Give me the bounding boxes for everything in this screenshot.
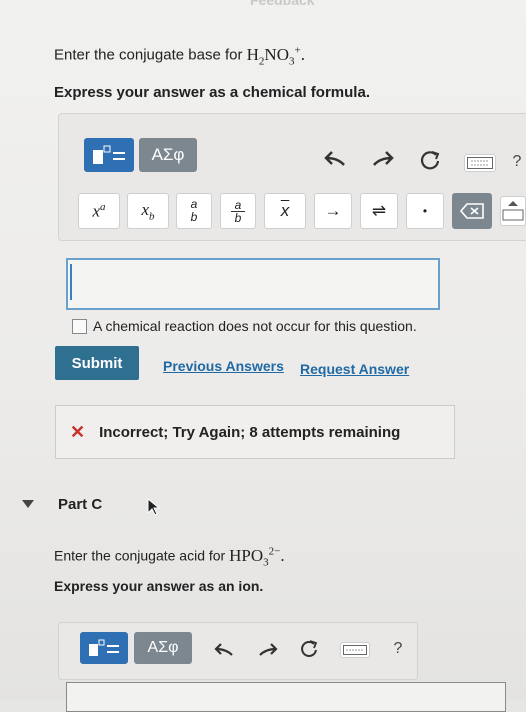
answer-input[interactable]: [66, 258, 440, 310]
request-answer-link[interactable]: Request Answer: [300, 361, 409, 377]
formula-sub: 3: [288, 55, 295, 68]
bar-button[interactable]: x: [264, 193, 306, 229]
part-b-prompt: Enter the conjugate base for H2NO3+.: [54, 44, 305, 67]
superscript-label: xa: [92, 201, 105, 222]
help-button[interactable]: ?: [508, 150, 526, 174]
redo-icon[interactable]: [256, 638, 280, 660]
templates-icon: [89, 639, 119, 656]
prompt-text: Enter the conjugate base for: [54, 46, 247, 64]
undo-icon[interactable]: [212, 638, 236, 660]
formula-sub: 3: [263, 556, 269, 569]
arrow-button[interactable]: →: [314, 193, 352, 229]
formula-period: .: [280, 545, 285, 565]
templates-button-c[interactable]: [80, 632, 128, 664]
answer-input-c[interactable]: [66, 682, 506, 712]
backspace-icon: [460, 203, 484, 219]
x-glyph: x: [141, 199, 150, 219]
sub-glyph: b: [149, 210, 155, 223]
greek-symbols-button-c[interactable]: ΑΣφ: [134, 632, 192, 664]
feedback-box: ✕ Incorrect; Try Again; 8 attempts remai…: [55, 405, 455, 459]
formula-hpo: HPO: [229, 545, 264, 565]
redo-arrow-icon: [259, 643, 278, 656]
text-caret: [70, 264, 72, 300]
redo-arrow-icon: [373, 151, 394, 166]
undo-arrow-icon: [324, 151, 345, 166]
x-glyph: x: [92, 201, 101, 221]
undo-icon[interactable]: [322, 146, 348, 170]
formula-charge: 2−: [268, 545, 281, 557]
subscript-button[interactable]: xb: [127, 193, 169, 229]
keyboard-toggle-icon: [502, 201, 524, 221]
greek-symbols-button[interactable]: ΑΣφ: [139, 138, 197, 172]
reset-circle-icon: [420, 151, 440, 170]
formula-period: .: [300, 44, 305, 64]
equilibrium-button[interactable]: ⇌: [360, 193, 398, 229]
part-c-prompt: Enter the conjugate acid for HPO32−.: [54, 545, 285, 568]
cut-header-text: Feedback: [250, 0, 315, 8]
part-b-instruction: Express your answer as a chemical formul…: [54, 84, 370, 101]
checkbox-label: A chemical reaction does not occur for t…: [93, 318, 417, 334]
subscript-label: xb: [141, 200, 154, 222]
reset-icon[interactable]: [418, 148, 442, 172]
keyboard-toggle-button[interactable]: [500, 196, 526, 226]
reset-icon[interactable]: [298, 638, 320, 660]
denominator: b: [190, 210, 198, 224]
no-reaction-checkbox[interactable]: [72, 318, 87, 334]
mouse-cursor-icon: [147, 498, 160, 516]
help-button-c[interactable]: ?: [388, 638, 408, 660]
templates-icon: [93, 145, 125, 164]
denominator: b: [234, 210, 242, 225]
formula-no: NO: [264, 44, 289, 64]
part-c-instruction: Express your answer as an ion.: [54, 578, 264, 594]
undo-arrow-icon: [214, 643, 233, 656]
fraction-button[interactable]: ab: [220, 193, 256, 229]
submit-button[interactable]: Submit: [55, 346, 139, 380]
part-c-title[interactable]: Part C: [58, 496, 102, 513]
formula: H2NO3+.: [246, 44, 305, 68]
formula: HPO32−.: [229, 545, 285, 569]
no-reaction-option[interactable]: A chemical reaction does not occur for t…: [72, 318, 417, 334]
redo-icon[interactable]: [370, 146, 396, 170]
reset-circle-icon: [301, 640, 318, 657]
templates-button[interactable]: [84, 138, 134, 172]
prompt-text: Enter the conjugate acid for: [54, 547, 230, 564]
delete-button[interactable]: [452, 193, 492, 229]
keyboard-keys-icon: [467, 157, 493, 169]
incorrect-x-icon: ✕: [70, 421, 86, 442]
feedback-text: Incorrect; Try Again; 8 attempts remaini…: [99, 423, 401, 441]
fraction-small-button[interactable]: ab: [176, 193, 212, 229]
previous-answers-link[interactable]: Previous Answers: [163, 358, 284, 374]
dot-button[interactable]: •: [406, 193, 444, 229]
formula-h: H: [246, 44, 259, 64]
superscript-button[interactable]: xa: [78, 193, 120, 229]
collapse-triangle-icon[interactable]: [22, 500, 34, 508]
keyboard-icon[interactable]: [340, 642, 370, 658]
sup-glyph: a: [100, 200, 106, 213]
numerator: a: [234, 197, 242, 212]
keyboard-keys-icon: [343, 645, 367, 655]
keyboard-icon[interactable]: [464, 154, 496, 172]
